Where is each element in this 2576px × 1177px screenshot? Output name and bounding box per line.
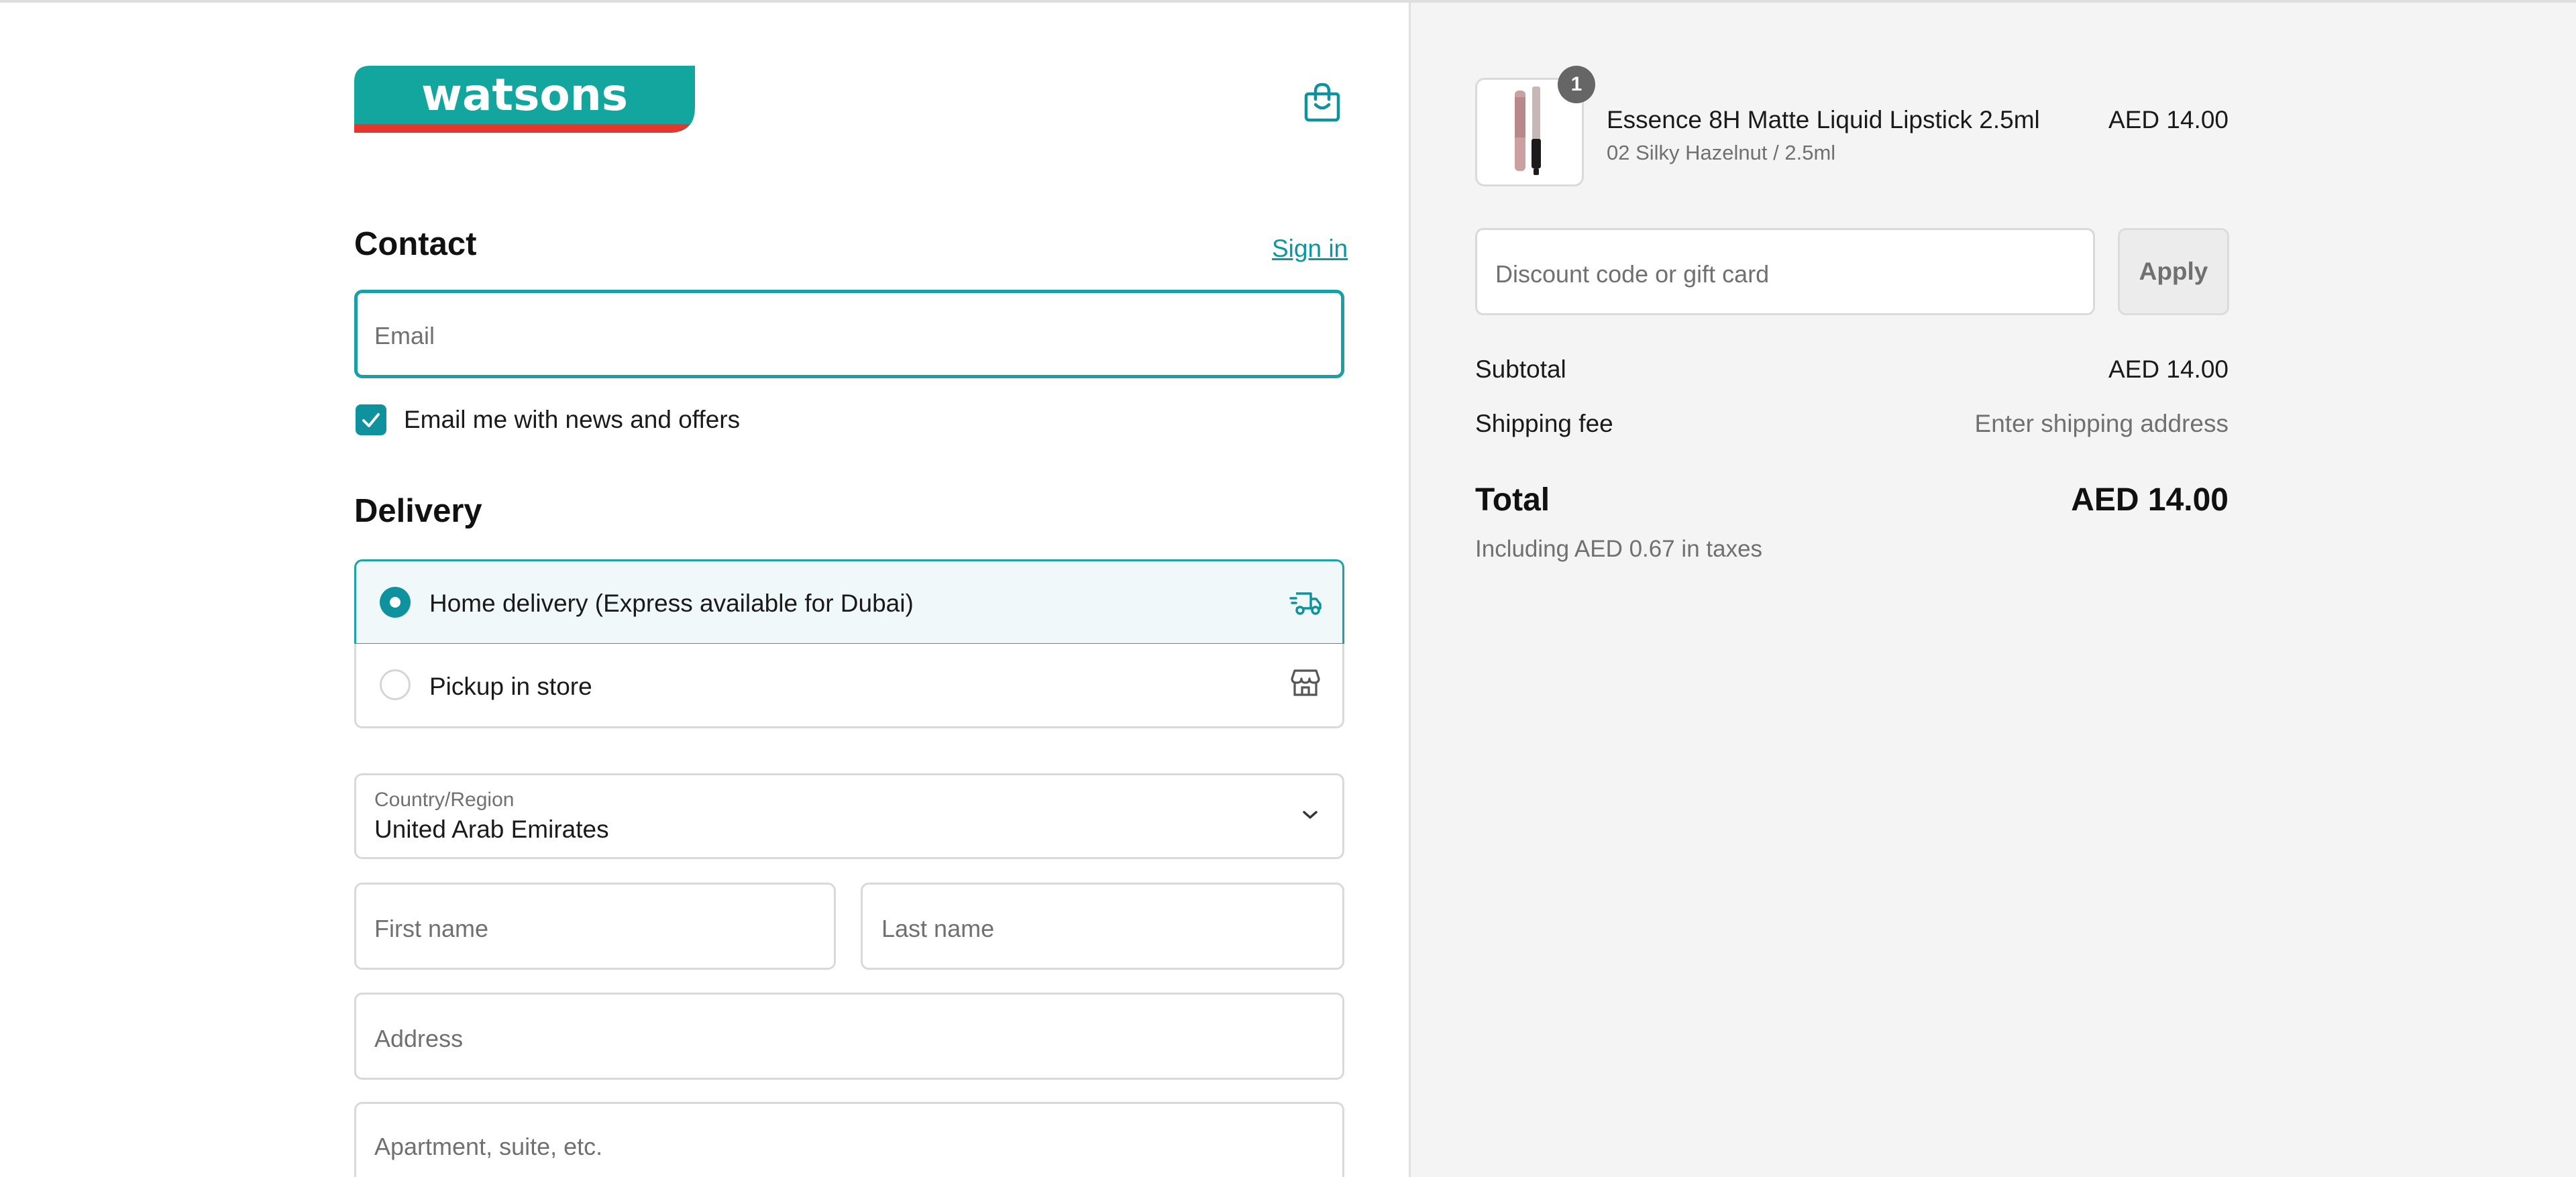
- checkout-page: watsons Contact Sign in Email Email me w…: [0, 0, 2576, 1177]
- first-name-field[interactable]: First name: [354, 883, 836, 970]
- last-name-placeholder: Last name: [881, 915, 995, 942]
- shopping-bag-icon[interactable]: [1303, 82, 1341, 122]
- country-select[interactable]: Country/Region United Arab Emirates: [354, 773, 1344, 859]
- logo-text: watsons: [421, 69, 628, 121]
- shipping-label: Shipping fee: [1475, 410, 1613, 437]
- discount-placeholder: Discount code or gift card: [1495, 260, 1770, 288]
- subtotal-value: AED 14.00: [2108, 355, 2229, 383]
- discount-code-field[interactable]: Discount code or gift card: [1475, 228, 2095, 315]
- apply-button[interactable]: Apply: [2118, 228, 2229, 315]
- delivery-option-home[interactable]: Home delivery (Express available for Dub…: [354, 559, 1344, 645]
- delivery-heading: Delivery: [354, 493, 482, 529]
- checkmark-icon: [362, 413, 380, 427]
- first-name-placeholder: First name: [374, 915, 489, 942]
- quantity-badge: 1: [1558, 66, 1595, 103]
- chevron-down-icon: [1301, 807, 1320, 822]
- product-name: Essence 8H Matte Liquid Lipstick 2.5ml: [1607, 106, 2040, 133]
- delivery-truck-icon: [1289, 588, 1323, 618]
- taxes-note: Including AED 0.67 in taxes: [1475, 536, 1763, 562]
- address-placeholder: Address: [374, 1025, 464, 1052]
- email-field[interactable]: Email: [354, 290, 1344, 378]
- order-summary-panel: [1409, 3, 2576, 1177]
- pickup-radio[interactable]: [380, 669, 411, 700]
- product-variant: 02 Silky Hazelnut / 2.5ml: [1607, 141, 1836, 164]
- country-label: Country/Region: [374, 789, 515, 811]
- news-checkbox[interactable]: [356, 404, 386, 435]
- news-checkbox-label[interactable]: Email me with news and offers: [404, 406, 740, 434]
- home-delivery-label: Home delivery (Express available for Dub…: [429, 590, 914, 617]
- country-value: United Arab Emirates: [374, 816, 609, 843]
- store-icon: [1291, 668, 1320, 697]
- home-delivery-radio[interactable]: [380, 587, 411, 618]
- sign-in-link[interactable]: Sign in: [1272, 235, 1348, 263]
- watsons-logo[interactable]: watsons: [354, 66, 695, 135]
- shipping-value: Enter shipping address: [1974, 410, 2229, 437]
- contact-heading: Contact: [354, 226, 477, 262]
- delivery-option-pickup[interactable]: Pickup in store: [354, 644, 1344, 728]
- address-field[interactable]: Address: [354, 993, 1344, 1080]
- total-value: AED 14.00: [2071, 482, 2229, 518]
- apartment-field[interactable]: Apartment, suite, etc.: [354, 1102, 1344, 1177]
- subtotal-label: Subtotal: [1475, 355, 1566, 383]
- product-price: AED 14.00: [2108, 106, 2229, 133]
- apartment-placeholder: Apartment, suite, etc.: [374, 1133, 603, 1160]
- pickup-label: Pickup in store: [429, 673, 592, 700]
- last-name-field[interactable]: Last name: [861, 883, 1344, 970]
- email-placeholder: Email: [374, 322, 435, 349]
- total-label: Total: [1475, 482, 1550, 518]
